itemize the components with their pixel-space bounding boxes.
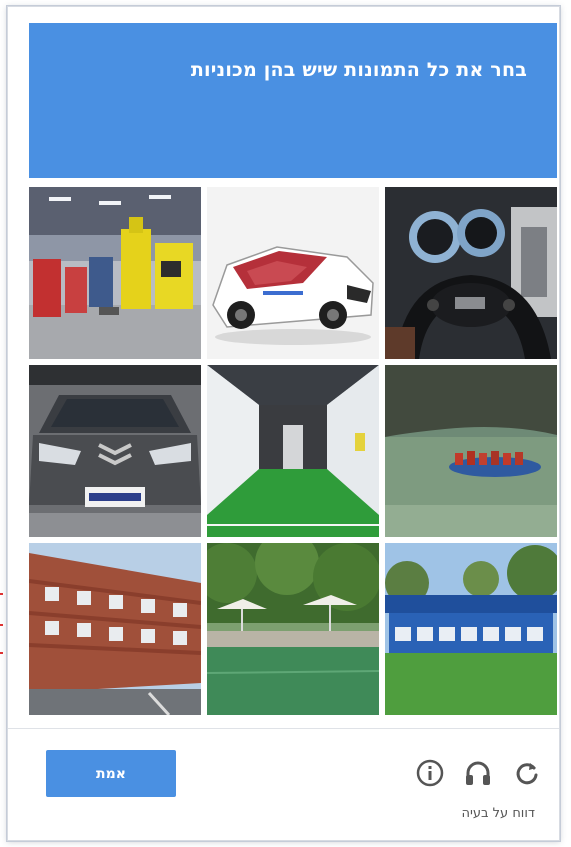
challenge-header: בחר את כל התמונות שיש בהן מכוניות <box>29 23 557 178</box>
image-tile-8[interactable] <box>207 543 379 715</box>
report-problem-link[interactable]: דווח על בעיה <box>461 806 535 821</box>
image-tile-4[interactable] <box>29 365 201 537</box>
image-tile-6[interactable] <box>385 365 557 537</box>
image-tile-9[interactable] <box>385 543 557 715</box>
image-grid <box>29 187 557 719</box>
edge-mark <box>0 624 3 626</box>
verify-button[interactable]: אמת <box>46 750 176 797</box>
image-tile-3[interactable] <box>385 187 557 359</box>
edge-mark <box>0 652 3 654</box>
image-tile-2[interactable] <box>207 187 379 359</box>
footer-divider <box>8 728 559 729</box>
info-icon[interactable] <box>415 758 445 788</box>
image-tile-1[interactable] <box>29 187 201 359</box>
image-tile-5[interactable] <box>207 365 379 537</box>
challenge-instruction: בחר את כל התמונות שיש בהן מכוניות <box>190 59 527 81</box>
headphones-icon[interactable] <box>463 758 493 788</box>
refresh-icon[interactable] <box>512 758 542 788</box>
edge-mark <box>0 593 3 595</box>
image-tile-7[interactable] <box>29 543 201 715</box>
